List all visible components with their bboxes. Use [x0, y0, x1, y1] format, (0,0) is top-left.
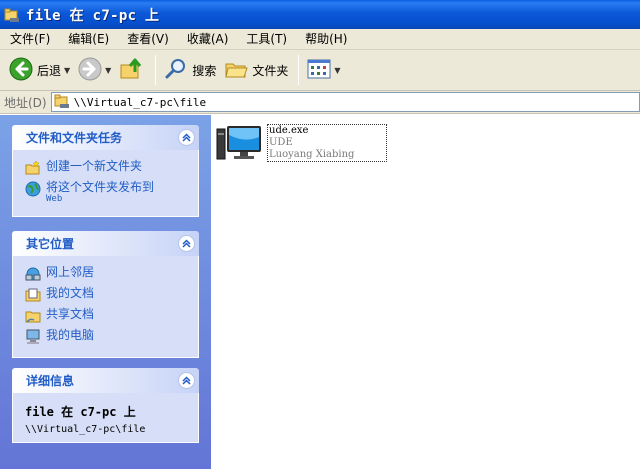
panel-title: 其它位置: [26, 237, 75, 251]
task-new-folder[interactable]: 创建一个新文件夹: [25, 159, 190, 176]
file-folder-tasks-panel: 文件和文件夹任务 创建一个新文件夹 将这个文件夹发布到 Web: [12, 125, 199, 217]
views-button[interactable]: ▼: [304, 53, 343, 87]
computer-icon: [25, 329, 41, 345]
network-places-icon: [25, 266, 41, 282]
address-label: 地址(D): [4, 95, 47, 110]
details-panel: 详细信息 file 在 c7-pc 上 \\Virtual_c7-pc\file: [12, 368, 199, 443]
window-title: file 在 c7-pc 上: [26, 7, 160, 24]
file-description: UDE: [269, 137, 293, 148]
panel-title: 详细信息: [26, 374, 75, 388]
collapse-chevron-icon[interactable]: [178, 129, 195, 146]
place-my-computer[interactable]: 我的电脑: [25, 328, 190, 345]
address-input[interactable]: \\Virtual_c7-pc\file: [50, 92, 640, 112]
title-bar[interactable]: file 在 c7-pc 上: [0, 0, 640, 29]
place-label: 我的文档: [46, 286, 95, 300]
chevron-down-icon[interactable]: ▼: [105, 66, 111, 75]
network-folder-icon: [54, 93, 70, 112]
back-button[interactable]: 后退 ▼: [6, 53, 73, 87]
place-shared-documents[interactable]: 共享文档: [25, 307, 190, 324]
menu-tools[interactable]: 工具(T): [240, 30, 293, 49]
file-info: ude.exe UDE Luoyang Xiabing: [267, 124, 387, 162]
panel-body: 网上邻居 我的文档 共享文档 我的电脑: [12, 256, 199, 358]
collapse-chevron-icon[interactable]: [178, 235, 195, 252]
back-label: 后退: [37, 63, 62, 78]
documents-folder-icon: [25, 287, 41, 303]
place-my-documents[interactable]: 我的文档: [25, 286, 190, 303]
place-label: 共享文档: [46, 307, 95, 321]
panel-header[interactable]: 其它位置: [12, 231, 199, 256]
other-places-panel: 其它位置 网上邻居 我的文档 共享文档 我的电脑: [12, 231, 199, 358]
collapse-chevron-icon[interactable]: [178, 372, 195, 389]
folders-button[interactable]: 文件夹: [221, 53, 291, 87]
place-label: 我的电脑: [46, 328, 95, 342]
shared-folder-icon: [25, 308, 41, 324]
toolbar: 后退 ▼ ▼ 搜索 文件夹 ▼: [0, 50, 640, 91]
file-item[interactable]: ude.exe UDE Luoyang Xiabing: [215, 123, 387, 163]
panel-header[interactable]: 详细信息: [12, 368, 199, 393]
search-label: 搜索: [192, 63, 217, 78]
task-publish-web[interactable]: 将这个文件夹发布到 Web: [25, 180, 190, 204]
network-folder-icon: [4, 7, 20, 23]
address-value: \\Virtual_c7-pc\file: [73, 95, 207, 109]
task-label: 将这个文件夹发布到: [46, 180, 155, 194]
task-label: 创建一个新文件夹: [46, 159, 143, 173]
menu-file[interactable]: 文件(F): [4, 30, 56, 49]
globe-icon: [25, 181, 41, 197]
chevron-down-icon[interactable]: ▼: [334, 66, 340, 75]
address-bar: 地址(D) \\Virtual_c7-pc\file: [0, 91, 640, 114]
toolbar-separator: [298, 55, 300, 85]
up-button[interactable]: [116, 53, 148, 87]
file-list[interactable]: ude.exe UDE Luoyang Xiabing: [211, 115, 640, 469]
panel-title: 文件和文件夹任务: [26, 131, 123, 145]
place-network[interactable]: 网上邻居: [25, 265, 190, 282]
search-icon: [164, 57, 188, 84]
place-label: 网上邻居: [46, 265, 95, 279]
folder-icon: [224, 57, 249, 84]
detail-name: file 在 c7-pc 上: [25, 405, 136, 419]
panel-body: 创建一个新文件夹 将这个文件夹发布到 Web: [12, 150, 199, 217]
panel-body: file 在 c7-pc 上 \\Virtual_c7-pc\file: [12, 393, 199, 443]
file-name: ude.exe: [269, 125, 309, 136]
menu-view[interactable]: 查看(V): [121, 30, 175, 49]
menu-favorites[interactable]: 收藏(A): [181, 30, 235, 49]
menu-bar: 文件(F) 编辑(E) 查看(V) 收藏(A) 工具(T) 帮助(H): [0, 29, 640, 50]
chevron-down-icon[interactable]: ▼: [64, 66, 70, 75]
view-grid-icon: [307, 59, 331, 82]
file-company: Luoyang Xiabing: [269, 149, 355, 160]
folders-label: 文件夹: [252, 63, 289, 78]
toolbar-separator: [155, 55, 157, 85]
panel-header[interactable]: 文件和文件夹任务: [12, 125, 199, 150]
detail-path: \\Virtual_c7-pc\file: [25, 424, 146, 435]
folder-up-icon: [119, 56, 145, 85]
menu-edit[interactable]: 编辑(E): [62, 30, 115, 49]
back-arrow-icon: [9, 57, 33, 84]
forward-button[interactable]: ▼: [75, 53, 114, 87]
new-folder-icon: [25, 160, 41, 176]
menu-help[interactable]: 帮助(H): [299, 30, 353, 49]
search-button[interactable]: 搜索: [161, 53, 219, 87]
task-sublabel: Web: [46, 194, 63, 204]
forward-arrow-icon: [78, 57, 102, 84]
task-pane: 文件和文件夹任务 创建一个新文件夹 将这个文件夹发布到 Web 其它位置 网上邻…: [0, 115, 211, 469]
computer-icon: [215, 123, 263, 163]
